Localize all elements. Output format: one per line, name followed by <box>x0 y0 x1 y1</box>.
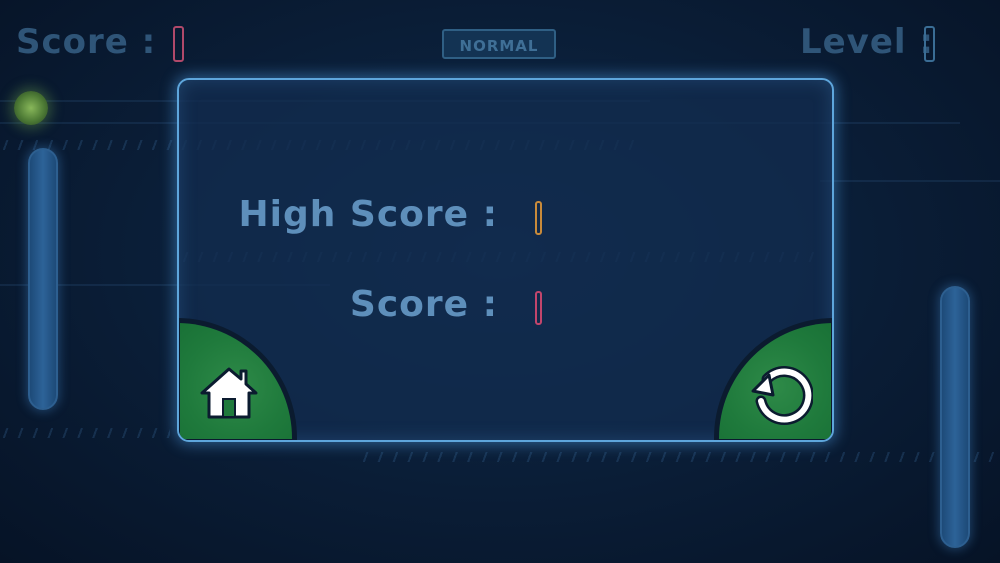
high-score-value <box>535 201 542 235</box>
home-button[interactable] <box>179 318 297 440</box>
high-score-label: High Score : <box>238 194 498 235</box>
hud-level-label: Level : <box>799 22 934 62</box>
background-trail <box>820 180 1000 182</box>
hud-level-value <box>924 26 935 62</box>
hud-score-label: Score : <box>16 22 157 62</box>
score-value <box>535 291 542 325</box>
ball <box>14 91 48 125</box>
hud-score-value <box>173 26 184 62</box>
background-trail <box>0 428 170 438</box>
difficulty-badge: NORMAL <box>442 29 556 59</box>
game-over-dialog: High Score : Score : <box>177 78 834 442</box>
right-paddle <box>940 286 970 548</box>
background-trail <box>360 452 1000 462</box>
left-paddle <box>28 148 58 410</box>
score-label: Score : <box>349 284 498 325</box>
replay-button[interactable] <box>714 318 832 440</box>
